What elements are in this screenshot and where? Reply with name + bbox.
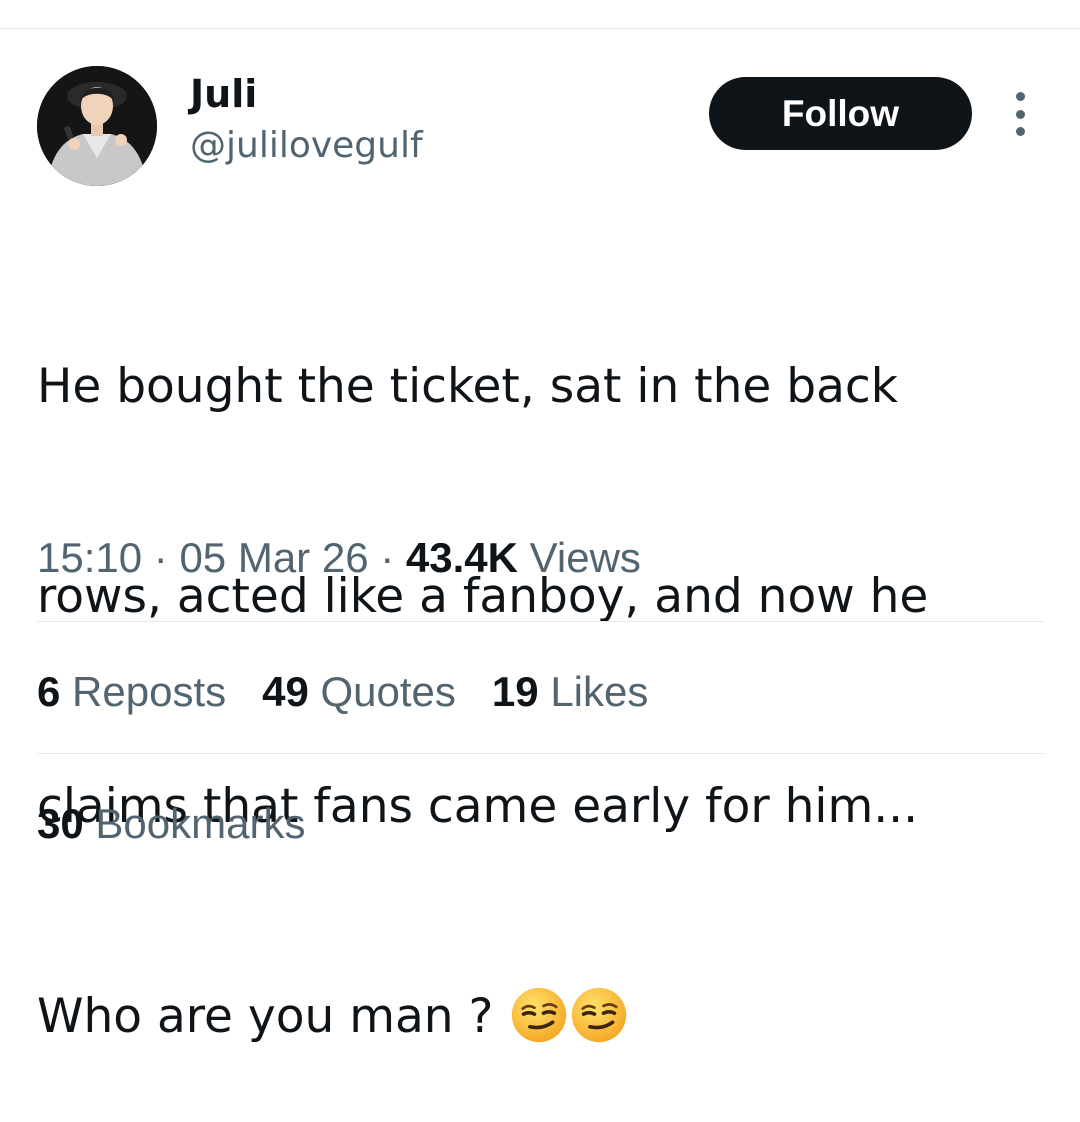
divider (37, 621, 1044, 622)
smirking-face-emoji-icon (512, 987, 567, 1043)
more-vertical-icon[interactable] (1004, 92, 1036, 136)
divider (37, 753, 1044, 754)
reposts-count: 6 (37, 668, 61, 715)
top-divider (0, 28, 1080, 29)
tweet-time[interactable]: 15:10 (37, 534, 142, 581)
author-display-name[interactable]: Juli (190, 70, 257, 118)
quotes-stat[interactable]: 49 Quotes (262, 662, 456, 722)
bookmarks-count: 30 (37, 800, 84, 847)
tweet-text-line: He bought the ticket, sat in the back (37, 359, 898, 414)
tweet-text-line-last: Who are you man ? (37, 982, 1047, 1052)
smirking-face-emoji-icon (572, 987, 627, 1043)
reposts-label: Reposts (72, 668, 227, 715)
follow-button[interactable]: Follow (709, 77, 972, 150)
meta-separator: · (380, 534, 395, 581)
bookmarks-stat[interactable]: 30 Bookmarks (37, 794, 305, 854)
avatar[interactable] (37, 66, 157, 186)
views-label: Views (529, 534, 641, 581)
likes-stat[interactable]: 19 Likes (492, 662, 648, 722)
tweet-date[interactable]: 05 Mar 26 (179, 534, 368, 581)
quotes-label: Quotes (320, 668, 456, 715)
tweet-meta: 15:10 · 05 Mar 26 · 43.4K Views (37, 528, 641, 588)
author-handle[interactable]: @julilovegulf (190, 122, 423, 170)
likes-count: 19 (491, 668, 539, 715)
quotes-count: 49 (262, 668, 309, 715)
meta-separator: · (153, 534, 168, 581)
likes-label: Likes (550, 668, 649, 715)
views-count: 43.4K (405, 534, 518, 581)
tweet-text-line-content: Who are you man ? (37, 989, 494, 1044)
engagement-stats: 6 Reposts 49 Quotes 19 Likes (37, 662, 684, 722)
reposts-stat[interactable]: 6 Reposts (37, 662, 226, 722)
bookmarks-label: Bookmarks (95, 800, 306, 847)
avatar-image (37, 66, 157, 186)
